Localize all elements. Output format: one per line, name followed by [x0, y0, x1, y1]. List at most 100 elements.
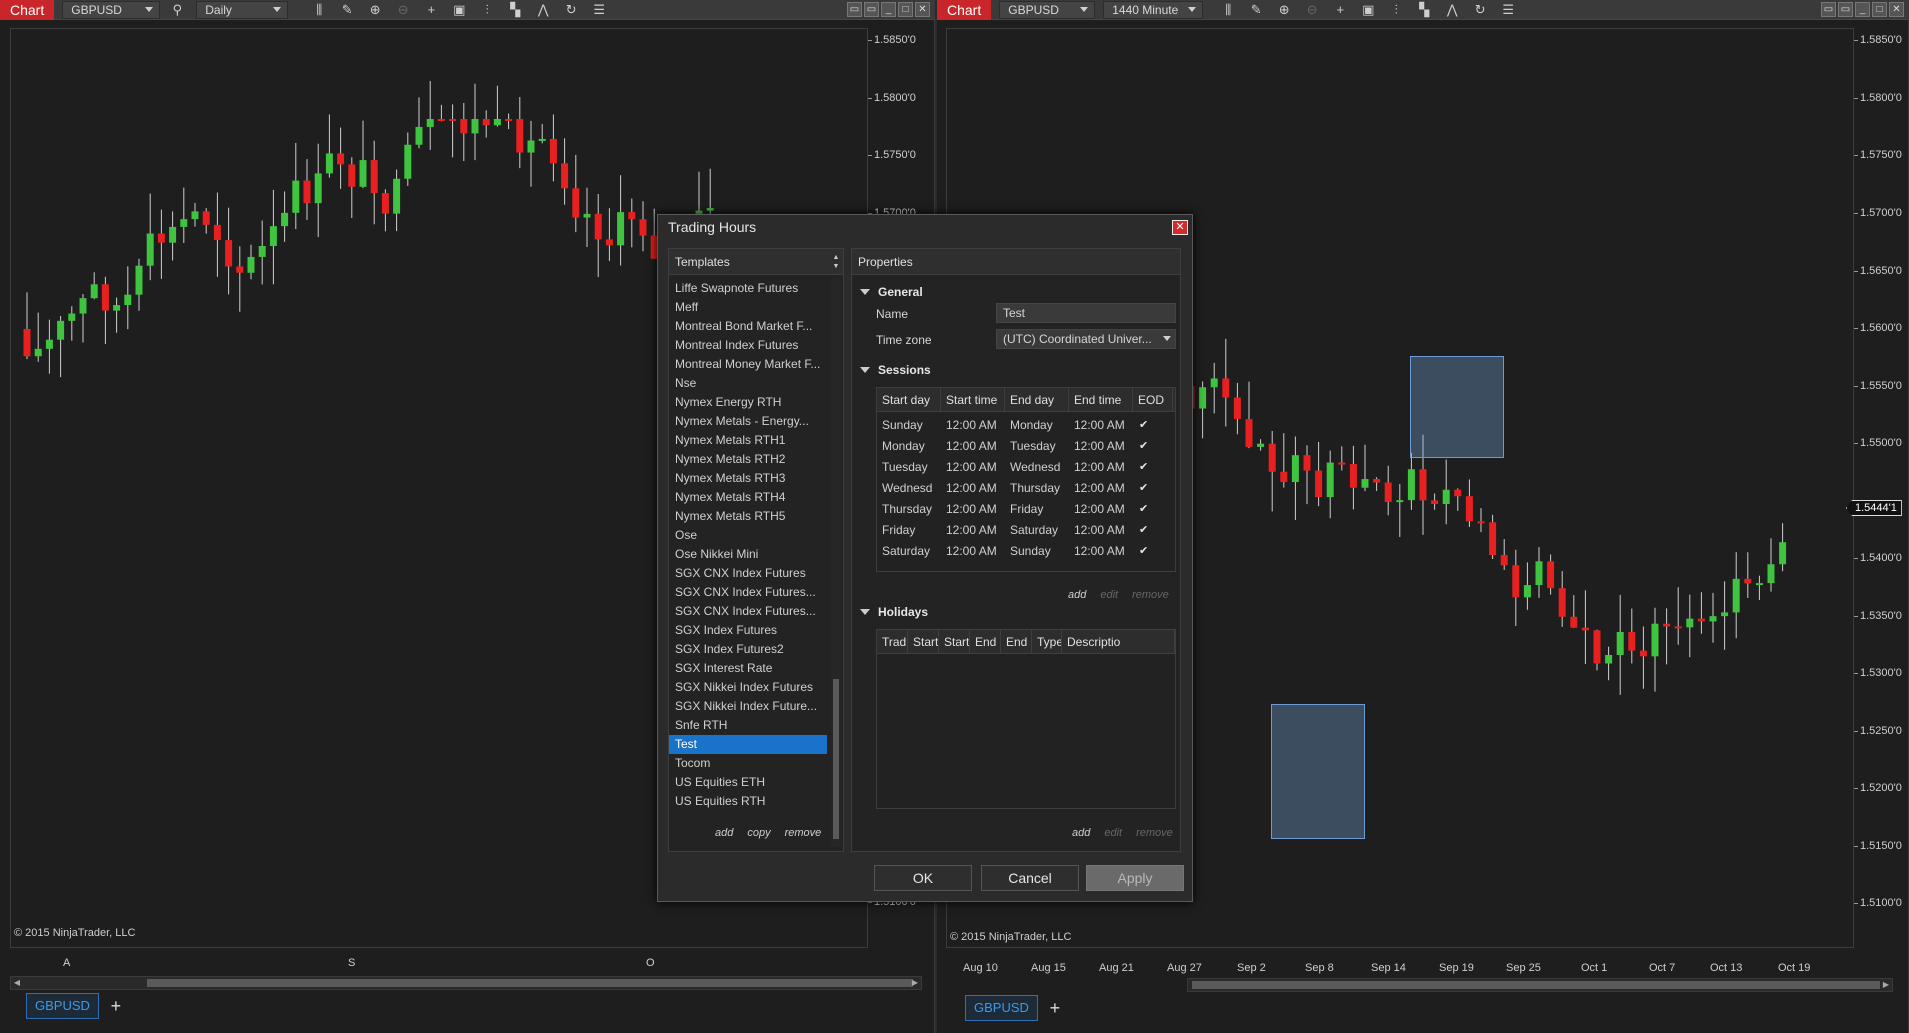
minimize-icon[interactable]: _ — [881, 2, 896, 17]
holiday-add-link[interactable]: add — [1072, 827, 1090, 839]
sessions-section-toggle[interactable]: Sessions — [860, 363, 931, 377]
selection-rectangle[interactable] — [1410, 356, 1504, 458]
scroll-thumb[interactable] — [147, 979, 913, 987]
template-item[interactable]: Liffe Swapnote Futures — [669, 279, 827, 298]
scroll-right-icon[interactable]: ▶ — [909, 977, 921, 989]
zoom-out-icon[interactable]: ⊖ — [392, 1, 414, 19]
tile-icon[interactable]: ▭ — [1821, 2, 1836, 17]
eod-checkbox[interactable]: ✔ — [1139, 461, 1151, 473]
template-item[interactable]: Nymex Energy RTH — [669, 393, 827, 412]
scroll-thumb[interactable] — [833, 679, 839, 839]
tile-icon-2[interactable]: ▭ — [864, 2, 879, 17]
eod-checkbox[interactable]: ✔ — [1139, 545, 1151, 557]
selection-rectangle[interactable] — [1271, 704, 1365, 839]
session-row[interactable]: Tuesday 12:00 AM Wednesd 12:00 AM ✔ — [877, 457, 1175, 478]
template-add-link[interactable]: add — [715, 827, 733, 839]
chart-menu-button[interactable]: Chart — [937, 0, 992, 20]
template-item[interactable]: Nymex Metals RTH2 — [669, 450, 827, 469]
template-copy-link[interactable]: copy — [747, 827, 770, 839]
maximize-icon[interactable]: □ — [1872, 2, 1887, 17]
horizontal-scrollbar[interactable]: ▶ — [1187, 978, 1893, 992]
scroll-thumb[interactable] — [1192, 981, 1880, 989]
interval-selector[interactable]: 1440 Minute — [1103, 0, 1204, 19]
template-item[interactable]: Nymex Metals RTH4 — [669, 488, 827, 507]
holidays-column-header[interactable]: Trad — [877, 630, 908, 653]
template-item[interactable]: SGX Interest Rate — [669, 659, 827, 678]
add-tab-icon[interactable]: + — [105, 995, 127, 1017]
template-item[interactable]: Nse — [669, 374, 827, 393]
timezone-select[interactable]: (UTC) Coordinated Univer... — [996, 329, 1176, 349]
bar-type-icon[interactable]: ⫼ — [1217, 1, 1239, 19]
holidays-column-header[interactable]: Type — [1032, 630, 1062, 653]
template-item[interactable]: Tocom — [669, 754, 827, 773]
instrument-selector[interactable]: GBPUSD — [62, 0, 161, 19]
indicators-icon[interactable]: ⫶ — [476, 1, 498, 19]
eod-checkbox[interactable]: ✔ — [1139, 440, 1151, 452]
sessions-column-header[interactable]: End day — [1005, 388, 1069, 411]
template-item[interactable]: Ose — [669, 526, 827, 545]
session-add-link[interactable]: add — [1068, 589, 1086, 601]
zoom-in-icon[interactable]: ⊕ — [1273, 1, 1295, 19]
price-axis[interactable]: 1.5850'0 1.5800'0 1.5750'0 1.5700'0 1.56… — [1854, 28, 1908, 948]
scroll-left-icon[interactable]: ◀ — [11, 977, 23, 989]
template-item[interactable]: SGX CNX Index Futures — [669, 564, 827, 583]
drawing-tool-icon[interactable]: ✎ — [336, 1, 358, 19]
indicators-icon[interactable]: ⫶ — [1385, 1, 1407, 19]
tab-gbpusd[interactable]: GBPUSD — [965, 995, 1038, 1021]
holidays-section-toggle[interactable]: Holidays — [860, 605, 928, 619]
holidays-column-header[interactable]: End — [970, 630, 1001, 653]
template-item[interactable]: Nymex Metals - Energy... — [669, 412, 827, 431]
template-item[interactable]: SGX Index Futures2 — [669, 640, 827, 659]
reload-icon[interactable]: ↻ — [1469, 1, 1491, 19]
template-item[interactable]: SGX CNX Index Futures... — [669, 602, 827, 621]
template-item[interactable]: Ose Nikkei Mini — [669, 545, 827, 564]
strategies-icon[interactable]: ▚ — [1413, 1, 1435, 19]
close-icon[interactable]: ✕ — [915, 2, 930, 17]
template-item[interactable]: SGX CNX Index Futures... — [669, 583, 827, 602]
interval-selector[interactable]: Daily — [196, 0, 289, 19]
scroll-right-icon[interactable]: ▶ — [1880, 979, 1892, 991]
zoom-out-icon[interactable]: ⊖ — [1301, 1, 1323, 19]
tile-icon-2[interactable]: ▭ — [1838, 2, 1853, 17]
bar-type-icon[interactable]: ⫼ — [308, 1, 330, 19]
maximize-icon[interactable]: □ — [898, 2, 913, 17]
chart-trader-icon[interactable]: ⋀ — [1441, 1, 1463, 19]
search-icon[interactable]: ⚲ — [166, 1, 188, 19]
holidays-column-header[interactable]: Descriptio — [1062, 630, 1175, 653]
templates-list[interactable]: Liffe Swapnote Futures Meff Montreal Bond … — [669, 279, 827, 811]
session-row[interactable]: Saturday 12:00 AM Sunday 12:00 AM ✔ — [877, 541, 1175, 562]
time-axis[interactable]: A S O — [10, 955, 868, 975]
template-item[interactable]: Nymex Metals RTH3 — [669, 469, 827, 488]
template-item[interactable]: SGX Index Futures — [669, 621, 827, 640]
holidays-column-header[interactable]: Start — [939, 630, 970, 653]
eod-checkbox[interactable]: ✔ — [1139, 524, 1151, 536]
template-item[interactable]: Nymex Metals RTH5 — [669, 507, 827, 526]
eod-checkbox[interactable]: ✔ — [1139, 482, 1151, 494]
data-box-icon[interactable]: ▣ — [1357, 1, 1379, 19]
horizontal-scrollbar[interactable]: ◀ ▶ — [10, 976, 922, 990]
zoom-in-icon[interactable]: ⊕ — [364, 1, 386, 19]
cancel-button[interactable]: Cancel — [981, 865, 1079, 891]
name-input[interactable]: Test — [996, 303, 1176, 323]
crosshair-icon[interactable]: + — [420, 1, 442, 19]
template-item[interactable]: SGX Nikkei Index Future... — [669, 697, 827, 716]
minimize-icon[interactable]: _ — [1855, 2, 1870, 17]
drawing-tool-icon[interactable]: ✎ — [1245, 1, 1267, 19]
sessions-column-header[interactable]: End time — [1069, 388, 1133, 411]
eod-checkbox[interactable]: ✔ — [1139, 419, 1151, 431]
close-icon[interactable]: ✕ — [1172, 220, 1188, 235]
tab-gbpusd[interactable]: GBPUSD — [26, 993, 99, 1019]
session-row[interactable]: Friday 12:00 AM Saturday 12:00 AM ✔ — [877, 520, 1175, 541]
tile-icon[interactable]: ▭ — [847, 2, 862, 17]
strategies-icon[interactable]: ▚ — [504, 1, 526, 19]
template-item[interactable]: US Equities RTH — [669, 792, 827, 811]
template-item[interactable]: Meff — [669, 298, 827, 317]
template-item[interactable]: US Equities ETH — [669, 773, 827, 792]
instrument-selector[interactable]: GBPUSD — [999, 0, 1096, 19]
template-item[interactable]: Montreal Index Futures — [669, 336, 827, 355]
templates-scrollbar[interactable] — [831, 279, 841, 847]
template-item[interactable]: Montreal Bond Market F... — [669, 317, 827, 336]
time-axis[interactable]: Aug 10 Aug 15 Aug 21 Aug 27 Sep 2 Sep 8 … — [946, 960, 1854, 980]
properties-icon[interactable]: ☰ — [1497, 1, 1519, 19]
properties-icon[interactable]: ☰ — [588, 1, 610, 19]
